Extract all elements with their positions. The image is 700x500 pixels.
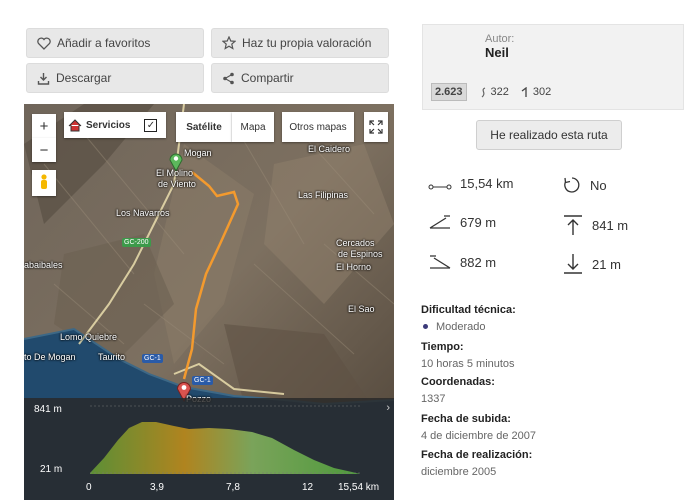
min-altitude-stat: 21 m bbox=[562, 253, 621, 275]
pegman-icon bbox=[41, 174, 47, 189]
place-el-horno: El Horno bbox=[336, 262, 372, 272]
share-label: Compartir bbox=[241, 71, 294, 85]
author-stats: 2.623 322 302 bbox=[431, 83, 551, 101]
downhill-stat: 882 m bbox=[428, 254, 496, 270]
share-button[interactable]: Compartir bbox=[211, 63, 389, 93]
distance-value: 15,54 km bbox=[460, 176, 514, 191]
road-label-gc200: GC-200 bbox=[122, 238, 151, 247]
services-label: Servicios bbox=[86, 119, 131, 131]
home-icon bbox=[68, 118, 82, 131]
add-favorites-label: Añadir a favoritos bbox=[57, 36, 151, 50]
place-el-molino: El Molino bbox=[156, 168, 194, 178]
profile-x-tick-2: 7,8 bbox=[226, 482, 240, 493]
difficulty-dot-icon bbox=[423, 324, 428, 329]
tab-map[interactable]: Mapa bbox=[232, 112, 274, 142]
uphill-icon bbox=[429, 215, 450, 229]
author-card: Autor: Neil 2.623 322 302 bbox=[422, 24, 684, 110]
author-stat-b: 302 bbox=[521, 86, 551, 98]
street-view-button[interactable] bbox=[32, 170, 56, 196]
downhill-value: 882 m bbox=[460, 254, 497, 270]
heart-icon bbox=[37, 36, 51, 50]
loop-value: No bbox=[590, 177, 607, 193]
uphill-stat: 679 m bbox=[428, 214, 496, 230]
route-count-icon bbox=[481, 86, 485, 97]
place-las-filipinas: Las Filipinas bbox=[298, 190, 349, 200]
place-cercados: Cercados bbox=[336, 238, 375, 248]
zoom-out-button[interactable]: − bbox=[32, 138, 56, 162]
place-lomo-quiebre: Lomo Quiebre bbox=[60, 332, 118, 342]
place-puerto-de-mogan: to De Mogan bbox=[24, 352, 76, 362]
time-value: 10 horas 5 minutos bbox=[421, 358, 515, 370]
add-favorites-button[interactable]: Añadir a favoritos bbox=[26, 28, 204, 58]
distance-icon bbox=[428, 184, 452, 189]
place-de-viento: de Viento bbox=[158, 179, 196, 189]
services-checkbox-icon[interactable]: ✓ bbox=[144, 118, 158, 132]
share-icon bbox=[223, 72, 234, 84]
fullscreen-button[interactable] bbox=[364, 112, 388, 142]
rate-label: Haz tu propia valoración bbox=[242, 36, 372, 50]
place-el-sao: El Sao bbox=[348, 304, 375, 314]
upload-date-value: 4 de diciembre de 2007 bbox=[421, 430, 536, 442]
elevation-profile[interactable]: 841 m 21 m 0 3,9 7,8 12 15,54 km › bbox=[24, 398, 394, 500]
rate-button[interactable]: Haz tu propia valoración bbox=[211, 28, 389, 58]
max-altitude-stat: 841 m bbox=[562, 214, 628, 236]
uphill-value: 679 m bbox=[460, 214, 497, 230]
download-icon bbox=[37, 72, 50, 85]
author-name[interactable]: Neil bbox=[485, 45, 509, 60]
profile-expand-icon[interactable]: › bbox=[386, 402, 390, 414]
max-altitude-value: 841 m bbox=[592, 217, 629, 233]
route-map[interactable]: + − Servicios ✓ Satélite Mapa Otros mapa… bbox=[24, 104, 394, 500]
place-de-espinos: de Espinos bbox=[338, 249, 383, 259]
coordinates-label: Coordenadas: bbox=[421, 376, 495, 388]
difficulty-label: Dificultad técnica: bbox=[421, 304, 516, 316]
profile-x-tick-4: 15,54 km bbox=[338, 482, 380, 493]
road-label-gc1-b: GC-1 bbox=[192, 376, 213, 385]
author-label: Autor: bbox=[485, 33, 515, 45]
difficulty-value: Moderado bbox=[421, 321, 486, 333]
place-tabaibales: abaibales bbox=[24, 260, 63, 270]
upload-date-label: Fecha de subida: bbox=[421, 413, 511, 425]
profile-x-tick-0: 0 bbox=[86, 482, 92, 493]
loop-icon bbox=[564, 177, 580, 193]
place-mogan: Mogan bbox=[184, 148, 212, 158]
min-altitude-value: 21 m bbox=[592, 256, 621, 272]
max-altitude-icon bbox=[564, 215, 582, 235]
download-label: Descargar bbox=[56, 71, 112, 85]
coordinates-value[interactable]: 1337 bbox=[421, 393, 445, 405]
zoom-in-button[interactable]: + bbox=[32, 114, 56, 138]
services-toggle[interactable]: Servicios ✓ bbox=[64, 112, 166, 138]
tab-satellite[interactable]: Satélite bbox=[176, 112, 232, 142]
time-label: Tiempo: bbox=[421, 341, 464, 353]
star-icon bbox=[222, 36, 236, 50]
downhill-icon bbox=[430, 255, 451, 269]
profile-y-max: 841 m bbox=[34, 404, 62, 415]
place-los-navarros: Los Navarros bbox=[116, 208, 170, 218]
download-button[interactable]: Descargar bbox=[26, 63, 204, 93]
place-el-caidero: El Caidero bbox=[308, 144, 351, 154]
profile-x-tick-3: 12 bbox=[302, 482, 314, 493]
place-taurito: Taurito bbox=[98, 352, 126, 362]
profile-x-tick-1: 3,9 bbox=[150, 482, 164, 493]
profile-y-min: 21 m bbox=[40, 464, 63, 475]
distance-stat: 15,54 km bbox=[428, 176, 513, 191]
other-maps-button[interactable]: Otros mapas bbox=[282, 112, 354, 142]
min-altitude-icon bbox=[564, 254, 582, 274]
author-score-badge: 2.623 bbox=[431, 83, 467, 101]
road-label-gc1-a: GC-1 bbox=[142, 354, 163, 363]
route-done-button[interactable]: He realizado esta ruta bbox=[476, 120, 622, 150]
realization-date-label: Fecha de realización: bbox=[421, 449, 533, 461]
fullscreen-icon bbox=[369, 120, 383, 134]
flag-icon bbox=[521, 86, 527, 97]
author-stat-a: 322 bbox=[479, 86, 509, 98]
loop-stat: No bbox=[562, 176, 607, 194]
realization-date-value: diciembre 2005 bbox=[421, 466, 497, 478]
